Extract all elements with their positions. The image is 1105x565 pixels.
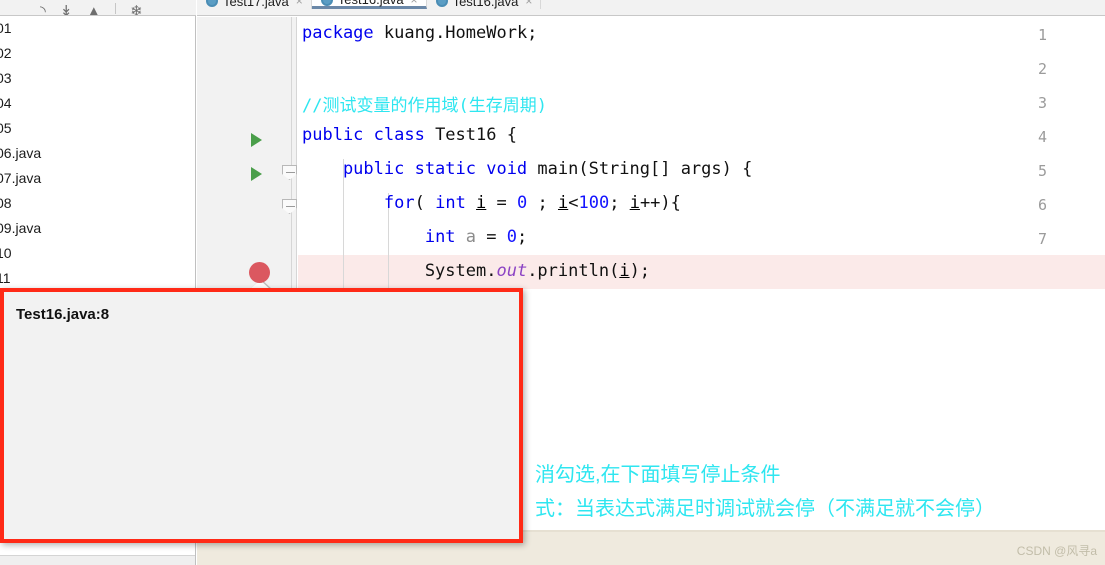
code-token: 0 [506, 227, 517, 247]
sidebar-item[interactable]: 10 [0, 241, 195, 266]
sidebar-item[interactable]: 03 [0, 66, 195, 91]
code-token: public class [302, 125, 436, 145]
sidebar-item[interactable]: 05 [0, 116, 195, 141]
code-token: i [476, 193, 487, 213]
sidebar-toolbar: ◝ ↡ ▲ ❄ [0, 0, 196, 16]
code-token: //测试变量的作用域(生存周期) [302, 96, 547, 116]
code-token: main(String[] args) { [537, 159, 753, 179]
sidebar-item[interactable]: 07.java [0, 166, 195, 191]
code-token: ); [629, 261, 651, 281]
code-token: ; [609, 193, 630, 213]
breakpoint-marker[interactable] [249, 262, 270, 283]
code-token: package [302, 23, 374, 43]
editor-tab-label: Test16.java [452, 0, 519, 9]
editor-tab[interactable]: Test16.java × [311, 0, 427, 9]
code-token: i [629, 193, 640, 213]
run-arrow-icon[interactable] [251, 133, 262, 147]
code-token: int [435, 193, 477, 213]
code-line: public static void main(String[] args) { [302, 159, 752, 179]
editor-tab-label: Test17.java [223, 0, 289, 9]
code-token: i [619, 261, 630, 281]
sidebar-item[interactable]: 09.java [0, 216, 195, 241]
sidebar-item[interactable]: 06.java [0, 141, 195, 166]
code-line: int a = 0; [302, 227, 527, 247]
close-icon[interactable]: × [296, 0, 303, 8]
ide-window: ◝ ↡ ▲ ❄ 010203040506.java07.java0809.jav… [0, 0, 1105, 565]
code-token: ; [527, 193, 558, 213]
code-line: for( int i = 0 ; i<100; i++){ [302, 193, 681, 213]
collapse-up-icon[interactable]: ▲ [86, 4, 101, 15]
code-token: < [568, 193, 579, 213]
editor-tab-label: Test16.java [338, 0, 404, 7]
code-token: public static void [302, 159, 538, 179]
code-token: Test16 { [435, 125, 517, 145]
java-file-icon [435, 0, 448, 7]
code-token: a [465, 227, 477, 247]
code-token: = [476, 227, 507, 247]
close-icon[interactable]: × [411, 0, 418, 7]
sidebar-item[interactable]: 02 [0, 41, 195, 66]
editor-tab[interactable]: Test16.java × [426, 0, 542, 9]
code-line: System.out.println(i); [302, 261, 650, 281]
sidebar-item[interactable]: 01 [0, 16, 195, 41]
editor-tab-bar[interactable]: Test17.java × Test16.java × Test16.java × [197, 0, 1105, 16]
code-token: for [383, 193, 415, 213]
watermark: CSDN @风寻a [1016, 544, 1097, 558]
code-token: = [486, 193, 518, 213]
editor-tab[interactable]: Test17.java × [197, 0, 312, 9]
toolbar-separator [115, 3, 117, 14]
code-token: 100 [578, 193, 610, 213]
filter-icon[interactable]: ❄ [130, 4, 143, 15]
code-line: //测试变量的作用域(生存周期) [302, 91, 547, 116]
code-token: 0 [517, 193, 528, 213]
code-line: public class Test16 { [302, 125, 517, 145]
code-token: .println( [527, 261, 620, 281]
sidebar-item[interactable]: 04 [0, 91, 195, 116]
annotation-text: 式：当表达式满足时调试就会停（不满足就不会停） [535, 498, 995, 520]
sidebar-bottom-bar [0, 555, 195, 565]
code-token: ++){ [639, 193, 681, 213]
code-line: package kuang.HomeWork; [302, 23, 537, 43]
run-arrow-icon[interactable] [251, 167, 262, 181]
project-tree[interactable]: 010203040506.java07.java0809.java1011 [0, 16, 195, 291]
breakpoint-dialog[interactable]: Test16.java:8 已启用(D) 挂起(S): 所有(A) 线程(T) … [0, 288, 523, 543]
download-icon[interactable]: ↡ [60, 4, 73, 15]
close-icon[interactable]: × [525, 0, 532, 8]
code-token: ; [517, 227, 528, 247]
java-file-icon [320, 0, 333, 6]
code-token: kuang.HomeWork; [373, 23, 538, 43]
java-file-icon [206, 0, 218, 7]
code-token: i [557, 193, 569, 213]
anchor-icon[interactable]: ◝ [40, 4, 46, 15]
code-token: System. [302, 261, 497, 281]
code-token: int [424, 227, 466, 247]
annotation-text: 消勾选,在下面填写停止条件 [535, 464, 781, 486]
dialog-title: Test16.java:8 [16, 306, 110, 323]
sidebar-item[interactable]: 08 [0, 191, 195, 216]
code-token: ( [414, 193, 436, 213]
code-token: out [496, 261, 528, 281]
